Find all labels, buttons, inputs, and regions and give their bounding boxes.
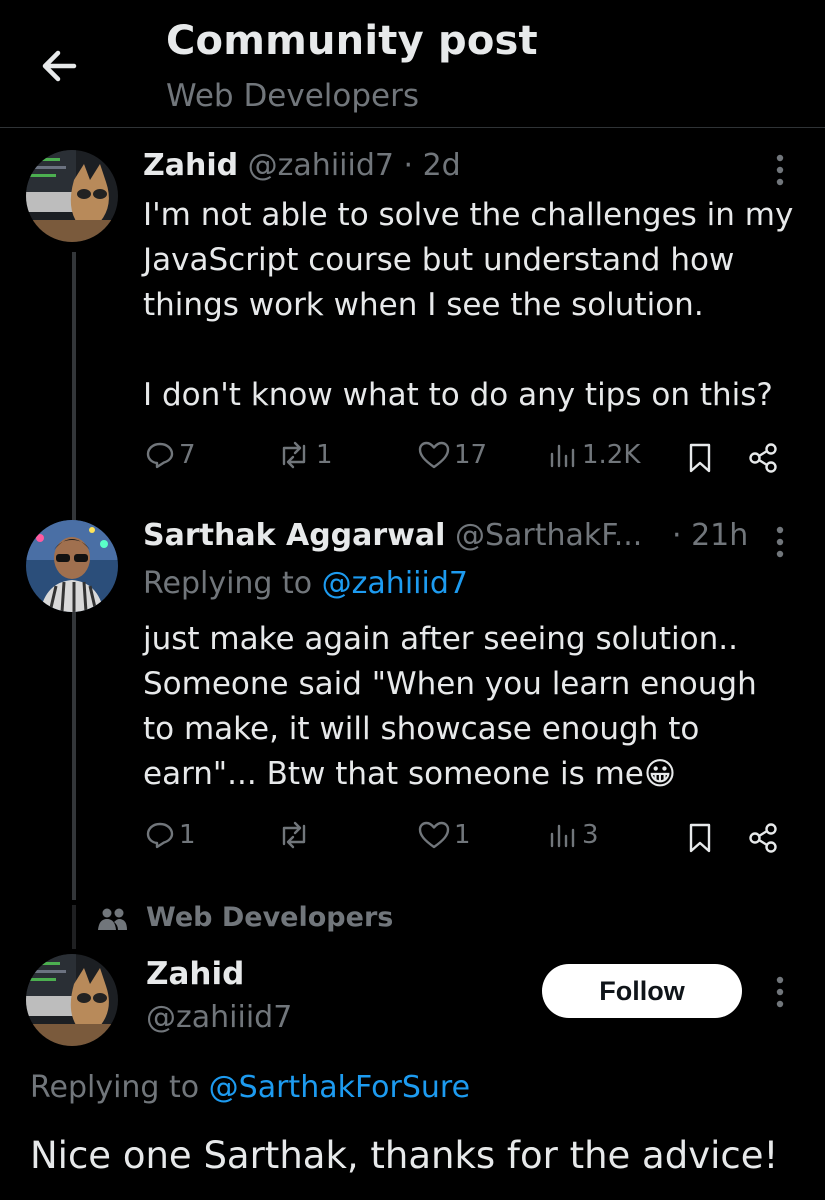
- thread-line-end: [72, 905, 76, 949]
- author-name[interactable]: Zahid: [146, 956, 244, 992]
- heart-icon: [418, 821, 450, 849]
- post-meta: Sarthak Aggarwal @SarthakF...: [143, 518, 642, 553]
- views-button[interactable]: 1.2K: [548, 440, 640, 470]
- author-handle[interactable]: @zahiiid7: [248, 148, 394, 183]
- views-count: 3: [582, 820, 599, 850]
- views-icon: [550, 444, 575, 468]
- post-text: just make again after seeing solution.. …: [143, 621, 757, 792]
- like-count: 17: [454, 440, 488, 470]
- mention-link[interactable]: @SarthakForSure: [209, 1070, 470, 1105]
- avatar[interactable]: [26, 150, 118, 242]
- views-icon: [550, 824, 575, 848]
- author-name[interactable]: Zahid: [143, 148, 238, 183]
- cat-avatar-icon: [26, 954, 118, 1046]
- reply-button[interactable]: 7: [145, 440, 196, 470]
- author-handle[interactable]: @zahiiid7: [146, 1000, 292, 1035]
- post-meta: Zahid @zahiiid7 · 2d: [143, 148, 461, 183]
- views-count: 1.2K: [582, 440, 641, 470]
- repost-icon: [282, 821, 306, 849]
- share-icon[interactable]: [746, 442, 780, 474]
- community-label[interactable]: Web Developers: [146, 902, 393, 933]
- more-options-icon[interactable]: [772, 152, 788, 188]
- person-avatar-icon: [26, 520, 118, 612]
- heart-icon: [418, 441, 450, 469]
- post-time[interactable]: · 2d: [404, 148, 461, 183]
- avatar[interactable]: [26, 520, 118, 612]
- back-arrow-icon[interactable]: [30, 36, 90, 96]
- repost-button[interactable]: 1: [276, 440, 333, 470]
- repost-icon: [282, 441, 306, 469]
- more-options-icon[interactable]: [772, 524, 788, 560]
- mention-link[interactable]: @zahiiid7: [322, 566, 468, 601]
- bookmark-icon[interactable]: [688, 822, 712, 854]
- bookmark-icon[interactable]: [688, 442, 712, 474]
- reply-icon: [146, 442, 174, 469]
- page-title: Community post: [166, 18, 538, 64]
- community-icon: [98, 908, 127, 930]
- avatar[interactable]: [26, 954, 118, 1046]
- repost-count: 1: [316, 440, 333, 470]
- post-actions: 1 1 3: [0, 820, 825, 860]
- author-handle[interactable]: @SarthakF...: [455, 518, 642, 553]
- reply-button[interactable]: 1: [145, 820, 196, 850]
- reply-count: 1: [179, 820, 196, 850]
- author-name[interactable]: Sarthak Aggarwal: [143, 518, 445, 553]
- more-options-icon[interactable]: [772, 974, 788, 1010]
- replying-to: Replying to @zahiiid7: [143, 566, 468, 601]
- views-button[interactable]: 3: [548, 820, 599, 850]
- reply-count: 7: [179, 440, 196, 470]
- follow-button[interactable]: Follow: [542, 964, 742, 1018]
- post-text: I'm not able to solve the challenges in …: [143, 197, 794, 413]
- replying-to: Replying to @SarthakForSure: [30, 1070, 471, 1105]
- community-name[interactable]: Web Developers: [166, 78, 419, 114]
- post-time[interactable]: · 21h: [672, 518, 748, 553]
- share-icon[interactable]: [746, 822, 780, 854]
- cat-avatar-icon: [26, 150, 118, 242]
- post-actions: 7 1 17 1.2K: [0, 440, 825, 480]
- like-count: 1: [454, 820, 471, 850]
- header-divider: [0, 127, 825, 128]
- post-text: Nice one Sarthak, thanks for the advice!: [30, 1134, 779, 1177]
- grinning-emoji: 😀: [643, 756, 677, 792]
- like-button[interactable]: 1: [418, 820, 471, 850]
- reply-icon: [146, 822, 174, 849]
- repost-button[interactable]: [276, 820, 316, 850]
- like-button[interactable]: 17: [418, 440, 487, 470]
